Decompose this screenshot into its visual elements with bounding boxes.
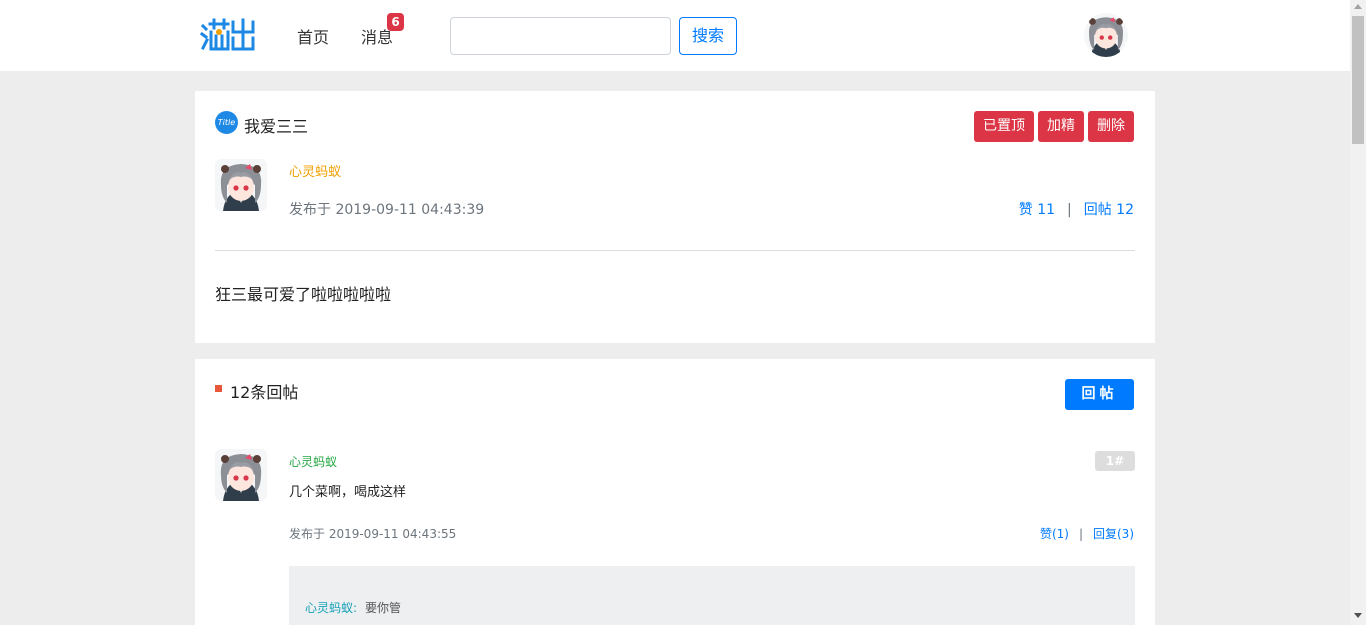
pinned-button[interactable]: 已置顶 xyxy=(974,111,1034,142)
message-count-badge: 6 xyxy=(387,13,404,31)
page-scrollbar[interactable] xyxy=(1350,0,1366,625)
stat-separator: | xyxy=(1067,202,1072,218)
reply-reply-link[interactable]: 回复(3) xyxy=(1093,527,1134,541)
post-stats: 赞 11 | 回帖 12 xyxy=(1019,199,1134,219)
top-navbar: 首页 消息 6 搜索 xyxy=(0,0,1350,71)
reply-stats: 赞(1) | 回复(3) xyxy=(1040,525,1134,542)
brand-logo-icon[interactable] xyxy=(199,18,256,52)
title-bubble-icon: Title xyxy=(215,111,238,134)
reply-author-name[interactable]: 心灵蚂蚁 xyxy=(289,453,337,470)
search-input[interactable] xyxy=(450,17,671,55)
replies-title: 12条回帖 xyxy=(230,383,299,402)
reply-button[interactable]: 回帖 xyxy=(1065,379,1134,410)
sub-reply-author[interactable]: 心灵蚂蚁: xyxy=(305,599,357,616)
search-button[interactable]: 搜索 xyxy=(679,17,737,55)
post-publish-time: 发布于 2019-09-11 04:43:39 xyxy=(289,202,485,218)
divider xyxy=(215,250,1135,251)
scrollbar-thumb[interactable] xyxy=(1352,16,1364,144)
sub-reply-content: 要你管 xyxy=(365,601,402,615)
floor-number-badge: 1# xyxy=(1095,451,1135,471)
anime-avatar-icon xyxy=(215,449,267,501)
essence-button[interactable]: 加精 xyxy=(1038,111,1084,142)
replies-card: 12条回帖 回帖 心灵蚂蚁 1# 几个菜啊，喝成这样 发布于 2019-09-1… xyxy=(195,359,1155,625)
scroll-down-arrow-icon[interactable] xyxy=(1354,613,1362,618)
anime-avatar-icon xyxy=(1084,13,1128,57)
stat-separator: | xyxy=(1078,527,1083,541)
reply-count-link[interactable]: 回帖 12 xyxy=(1084,202,1134,218)
reply-like-link[interactable]: 赞(1) xyxy=(1040,527,1069,541)
reply-content: 几个菜啊，喝成这样 xyxy=(289,485,407,500)
post-card: Title 我爱三三 已置顶 加精 删除 心灵蚂蚁 发布于 2019-09-11… xyxy=(195,91,1155,343)
scroll-up-arrow-icon[interactable] xyxy=(1354,4,1362,9)
post-content: 狂三最可爱了啦啦啦啦啦 xyxy=(215,285,392,304)
author-avatar[interactable] xyxy=(215,159,267,211)
post-title: 我爱三三 xyxy=(244,117,309,136)
post-author-name[interactable]: 心灵蚂蚁 xyxy=(289,161,341,180)
like-link[interactable]: 赞 11 xyxy=(1019,202,1055,218)
section-marker-icon xyxy=(215,385,222,392)
user-avatar[interactable] xyxy=(1084,13,1128,57)
delete-button[interactable]: 删除 xyxy=(1088,111,1134,142)
anime-avatar-icon xyxy=(215,159,267,211)
nav-home[interactable]: 首页 xyxy=(297,24,329,48)
sub-reply-box: 心灵蚂蚁: 要你管 xyxy=(289,566,1135,625)
reply-author-avatar[interactable] xyxy=(215,449,267,501)
reply-publish-time: 发布于 2019-09-11 04:43:55 xyxy=(289,527,457,541)
